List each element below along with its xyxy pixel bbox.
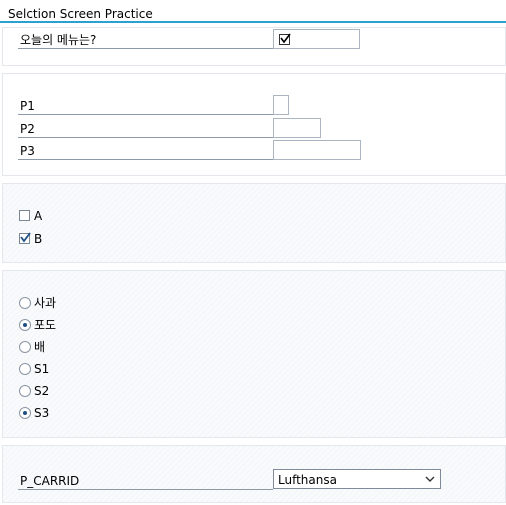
question-field[interactable] [273, 29, 360, 49]
question-block: 오늘의 메뉴는? [2, 27, 506, 66]
carrid-label: P_CARRID [20, 474, 80, 488]
radio-s2[interactable] [19, 385, 31, 397]
checkmark-icon [280, 33, 291, 44]
param-underline-p3 [18, 159, 273, 160]
question-underline [18, 48, 273, 49]
checkbox-b[interactable] [19, 232, 31, 244]
radio-s1[interactable] [19, 363, 31, 375]
radio-pear-label: 배 [34, 340, 46, 354]
question-checkbox[interactable] [279, 33, 291, 45]
radio-s2-label: S2 [34, 384, 50, 398]
checkbox-block: A B [2, 183, 506, 263]
checkbox-a-label: A [34, 209, 43, 223]
checkmark-icon [20, 232, 31, 243]
radio-apple[interactable] [19, 297, 31, 309]
chevron-down-icon [425, 476, 435, 482]
p1-input[interactable] [273, 95, 289, 115]
radio-block: 사과 포도 배 S1 S2 S3 [2, 270, 506, 438]
param-label-p3: P3 [20, 144, 35, 158]
param-underline-p1 [18, 114, 273, 115]
radio-s3[interactable] [19, 407, 31, 419]
param-label-p2: P2 [20, 122, 35, 136]
radio-apple-label: 사과 [34, 296, 57, 310]
p2-input[interactable] [273, 118, 321, 138]
screen-title: Selction Screen Practice [8, 7, 153, 21]
checkbox-a[interactable] [19, 210, 30, 221]
param-underline-p2 [18, 137, 273, 138]
carrid-block: P_CARRID Lufthansa [2, 445, 506, 503]
radio-s1-label: S1 [34, 362, 50, 376]
params-block: P1 P2 P3 [2, 73, 506, 176]
carrid-select-value: Lufthansa [278, 473, 337, 487]
carrid-underline [18, 489, 273, 490]
radio-grape-label: 포도 [34, 318, 57, 332]
screen-title-bar: Selction Screen Practice [0, 0, 506, 23]
radio-pear[interactable] [19, 341, 31, 353]
radio-grape[interactable] [19, 319, 31, 331]
p3-input[interactable] [273, 140, 361, 160]
checkbox-b-label: B [34, 232, 43, 246]
carrid-select[interactable]: Lufthansa [273, 469, 441, 489]
radio-s3-label: S3 [34, 406, 50, 420]
question-label: 오늘의 메뉴는? [20, 33, 97, 47]
param-label-p1: P1 [20, 99, 35, 113]
